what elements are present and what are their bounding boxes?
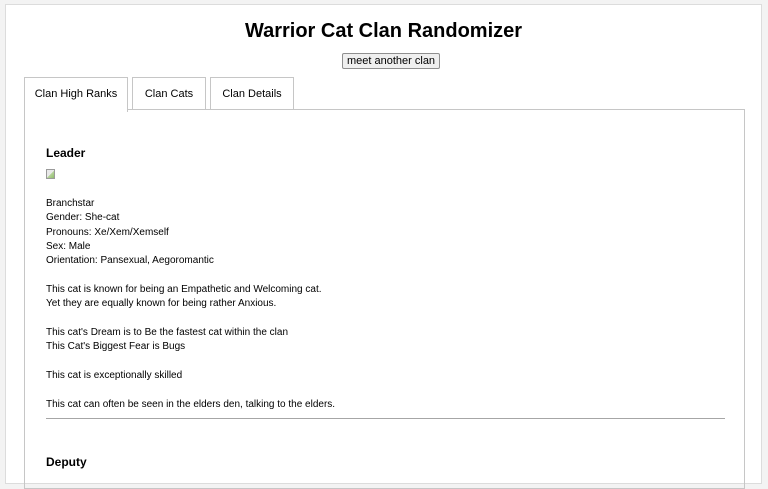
leader-heading: Leader — [46, 146, 86, 160]
tab-clan-cats[interactable]: Clan Cats — [132, 77, 206, 110]
leader-traits-line-1: This cat is known for being an Empatheti… — [46, 284, 322, 295]
leader-gender: Gender: She-cat — [46, 212, 120, 223]
leader-fear: This Cat's Biggest Fear is Bugs — [46, 341, 186, 352]
leader-habit: This cat can often be seen in the elders… — [46, 399, 336, 410]
leader-pronouns: Pronouns: Xe/Xem/Xemself — [46, 227, 169, 238]
leader-skill: This cat is exceptionally skilled — [46, 370, 183, 381]
page-title: Warrior Cat Clan Randomizer — [244, 20, 523, 42]
tab-panel-high-ranks: Leader Branchstar Gender: She-cat Pronou… — [24, 109, 745, 489]
section-divider — [46, 418, 725, 419]
tab-clan-details[interactable]: Clan Details — [210, 77, 294, 110]
deputy-heading: Deputy — [46, 455, 87, 469]
tab-clan-high-ranks[interactable]: Clan High Ranks — [24, 77, 128, 112]
leader-name: Branchstar — [46, 198, 95, 209]
leader-sex: Sex: Male — [46, 241, 91, 252]
leader-traits-line-2: Yet they are equally known for being rat… — [46, 298, 277, 309]
meet-another-clan-button[interactable]: meet another clan — [342, 53, 441, 69]
leader-dream: This cat's Dream is to Be the fastest ca… — [46, 327, 289, 338]
broken-image-icon — [46, 169, 55, 179]
page-container: Warrior Cat Clan Randomizer meet another… — [5, 4, 762, 489]
leader-orientation: Orientation: Pansexual, Aegoromantic — [46, 255, 214, 266]
